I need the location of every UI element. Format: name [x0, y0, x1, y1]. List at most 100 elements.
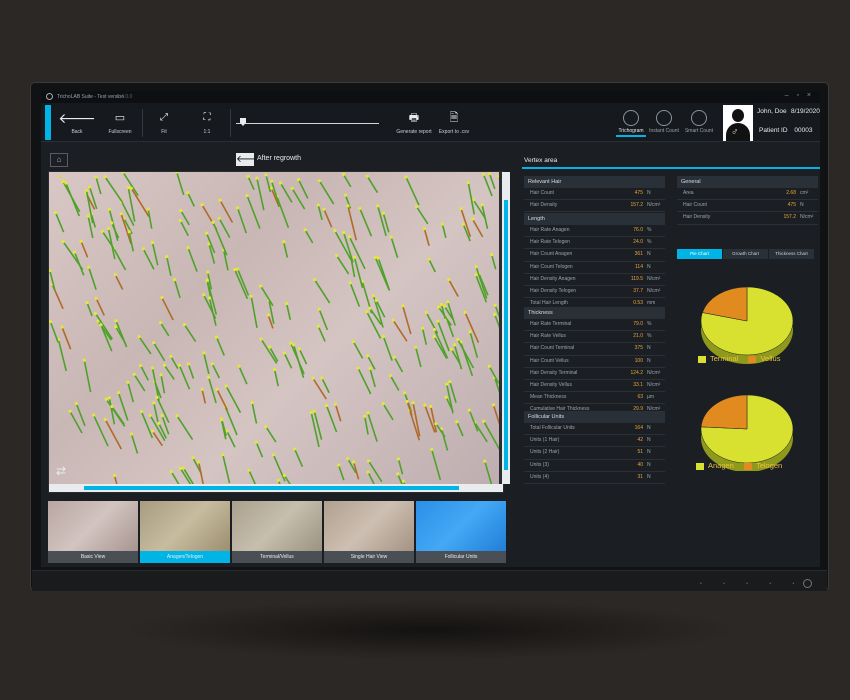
- pie-slice-telogen[interactable]: [700, 394, 748, 430]
- follicle-marker: [264, 173, 268, 177]
- monitor-shadow: [120, 600, 740, 660]
- thumb-single-hair-view[interactable]: Single Hair View: [324, 501, 414, 563]
- tab-growth-chart[interactable]: Growth Chart: [723, 249, 768, 259]
- follicle-marker: [446, 300, 450, 304]
- scrollbar-thumb[interactable]: [504, 200, 508, 470]
- table-row: Hair Count 475 N: [677, 200, 818, 213]
- follicle-marker: [444, 395, 448, 399]
- hair-strand: [318, 308, 329, 331]
- follicle-marker: [455, 420, 459, 424]
- thumb-label: Basic View: [48, 551, 138, 563]
- legend-swatch: [748, 355, 757, 363]
- follicle-marker: [254, 440, 258, 444]
- thumb-label: Anagen/Telogen: [140, 551, 230, 563]
- follicle-marker: [129, 186, 133, 190]
- follicle-marker: [432, 335, 436, 339]
- hair-strand: [80, 240, 89, 258]
- follicle-marker: [389, 235, 393, 239]
- hair-strand: [430, 449, 442, 481]
- fit-label: Fit: [161, 129, 167, 135]
- hair-strand: [298, 348, 308, 365]
- tab-thickness-chart[interactable]: Thickness Chart: [769, 249, 814, 259]
- follicle-marker: [162, 363, 167, 367]
- horizontal-scrollbar[interactable]: [49, 484, 503, 492]
- follicle-marker: [414, 345, 418, 349]
- follicle-marker: [333, 402, 338, 406]
- follicle-marker: [186, 190, 190, 195]
- hair-strand: [323, 208, 333, 228]
- follicle-marker: [381, 334, 386, 339]
- follicle-marker: [247, 468, 251, 472]
- follicle-marker: [103, 417, 107, 422]
- follicle-marker: [366, 470, 370, 474]
- trichogram-image[interactable]: 1mm ⇄: [49, 172, 499, 484]
- hair-strand: [87, 266, 97, 290]
- viewer-back-button[interactable]: 🡐: [236, 153, 263, 166]
- follicle-marker: [490, 252, 494, 257]
- export-csv-button[interactable]: 🗎 Export to .csv: [429, 107, 479, 135]
- follicle-marker: [259, 284, 263, 288]
- app-version: 1.4.0.0: [117, 94, 133, 100]
- legend-label: Telogen: [755, 461, 783, 470]
- tab-pie-chart[interactable]: Pie Chart: [677, 249, 722, 259]
- one-to-one-button[interactable]: ⛶ 1:1: [185, 107, 229, 135]
- follicle-marker: [236, 267, 240, 271]
- table-row: Units (2 Hair) 51 N: [524, 447, 665, 460]
- zoom-slider[interactable]: [236, 123, 379, 124]
- follicle-marker: [404, 175, 408, 179]
- follicle-marker: [160, 295, 164, 300]
- mode-smart-count[interactable]: Smart Count: [675, 110, 723, 134]
- hair-strand: [283, 474, 291, 484]
- hair-strand: [272, 454, 286, 482]
- hair-strand: [497, 176, 499, 180]
- scrollbar-thumb[interactable]: [84, 486, 459, 490]
- fit-button[interactable]: ⤢ Fit: [142, 107, 186, 135]
- hair-strand: [293, 448, 304, 468]
- hardware-buttons[interactable]: • • • • •: [700, 581, 804, 587]
- follicle-marker: [346, 204, 350, 208]
- hair-strand: [186, 192, 195, 207]
- thumbnail-image: [140, 501, 230, 551]
- hair-overlay: [49, 172, 499, 484]
- follicle-marker: [468, 330, 472, 334]
- hair-strand: [425, 312, 439, 334]
- fullscreen-button[interactable]: ▭ Fullscreen: [98, 107, 142, 135]
- thumb-basic-view[interactable]: Basic View: [48, 501, 138, 563]
- power-button[interactable]: [803, 579, 812, 588]
- follicle-marker: [445, 382, 449, 386]
- hair-strand: [321, 377, 330, 394]
- hair-strand: [283, 352, 293, 369]
- back-button[interactable]: 🡐 Back: [55, 107, 99, 135]
- follicle-marker: [424, 311, 428, 315]
- tree-icon[interactable]: ⌂: [50, 153, 68, 167]
- table-header: Follicular Units: [524, 411, 665, 423]
- hair-strand: [357, 367, 372, 395]
- hair-strand: [469, 331, 479, 358]
- hair-strand: [246, 195, 261, 229]
- hair-strand: [335, 255, 350, 275]
- follicle-marker: [368, 306, 372, 310]
- pie-charts: [700, 286, 794, 471]
- table-header: Relevant Hair: [524, 176, 665, 188]
- arrow-left-icon: 🡐: [58, 110, 96, 126]
- thumb-follicular-units[interactable]: Follicular Units: [416, 501, 506, 563]
- thumb-terminal-vellus[interactable]: Terminal/Vellus: [232, 501, 322, 563]
- vertical-scrollbar[interactable]: [502, 172, 510, 484]
- hair-strand: [456, 421, 464, 437]
- follicular-units-table: Follicular Units Total Follicular Units 1…: [524, 411, 665, 484]
- follicle-marker: [116, 391, 121, 395]
- window-controls[interactable]: – ▫ ×: [785, 92, 814, 99]
- table-row: Hair Density Anagen 119.5 N/cm²: [524, 274, 665, 286]
- table-row: Hair Count Terminal 375 N: [524, 343, 665, 356]
- follicle-marker: [146, 207, 150, 211]
- thumb-anagen-telogen[interactable]: Anagen/Telogen: [140, 501, 230, 563]
- hair-strand: [170, 355, 179, 370]
- swap-icon[interactable]: ⇄: [56, 464, 66, 478]
- follicle-marker: [422, 227, 426, 231]
- table-header: General: [677, 176, 818, 188]
- follicle-marker: [246, 174, 250, 178]
- follicle-marker: [381, 402, 385, 406]
- app-logo-icon: [46, 93, 53, 100]
- table-row: Hair Count Telogen 114 N: [524, 262, 665, 274]
- follicle-marker: [86, 214, 90, 218]
